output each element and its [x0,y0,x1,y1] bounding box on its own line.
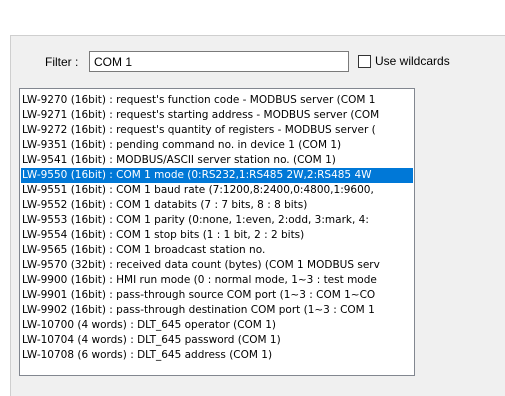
title-area [0,0,505,10]
list-item-selected[interactable]: LW-9550 (16bit) : COM 1 mode (0:RS232,1:… [21,168,413,183]
list-item[interactable]: LW-9551 (16bit) : COM 1 baud rate (7:120… [21,183,413,198]
list-item[interactable]: LW-9541 (16bit) : MODBUS/ASCII server st… [21,153,413,168]
address-picker-window: Filter : Use wildcards LW-9270 (16bit) :… [0,0,505,396]
list-item[interactable]: LW-9271 (16bit) : request's starting add… [21,108,413,123]
list-item[interactable]: LW-9351 (16bit) : pending command no. in… [21,138,413,153]
list-item[interactable]: LW-9565 (16bit) : COM 1 broadcast statio… [21,243,413,258]
address-listbox[interactable]: LW-9270 (16bit) : request's function cod… [19,88,415,376]
list-item[interactable]: LW-9272 (16bit) : request's quantity of … [21,123,413,138]
list-item[interactable]: LW-9552 (16bit) : COM 1 databits (7 : 7 … [21,198,413,213]
list-item[interactable]: LW-10704 (4 words) : DLT_645 password (C… [21,333,413,348]
list-item[interactable]: LW-10700 (4 words) : DLT_645 operator (C… [21,318,413,333]
list-item[interactable]: LW-9900 (16bit) : HMI run mode (0 : norm… [21,273,413,288]
list-item[interactable]: LW-9553 (16bit) : COM 1 parity (0:none, … [21,213,413,228]
checkbox-box[interactable] [358,54,371,68]
list-item[interactable]: LW-9902 (16bit) : pass-through destinati… [21,303,413,318]
filter-label: Filter : [45,55,79,69]
list-item[interactable]: LW-9270 (16bit) : request's function cod… [21,93,413,108]
filter-input[interactable] [89,51,349,72]
address-list-rows: LW-9270 (16bit) : request's function cod… [21,93,413,363]
use-wildcards-checkbox[interactable]: Use wildcards [358,54,450,68]
list-item[interactable]: LW-9901 (16bit) : pass-through source CO… [21,288,413,303]
use-wildcards-label: Use wildcards [375,54,450,68]
list-item[interactable]: LW-10708 (6 words) : DLT_645 address (CO… [21,348,413,363]
list-item[interactable]: LW-9570 (32bit) : received data count (b… [21,258,413,273]
list-item[interactable]: LW-9554 (16bit) : COM 1 stop bits (1 : 1… [21,228,413,243]
